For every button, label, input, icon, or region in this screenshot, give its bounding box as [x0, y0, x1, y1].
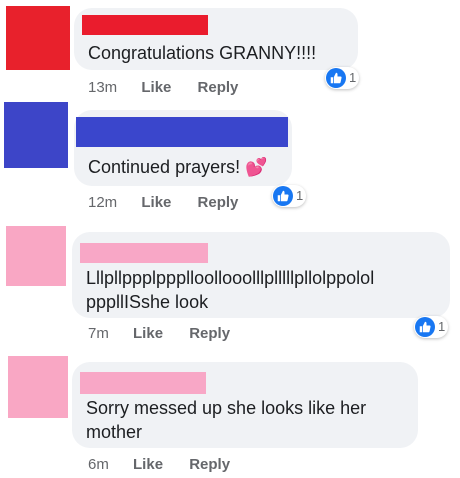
comment-bubble: Congratulations GRANNY!!!! [74, 8, 358, 70]
reaction-count: 1 [296, 188, 304, 203]
like-button[interactable]: Like [141, 79, 171, 96]
comment-text: Lllpllppplppplloollooolllplllllpllolppol… [86, 268, 375, 288]
comment-thread: Congratulations GRANNY!!!! 13m Like Repl… [0, 0, 460, 478]
comment-text-line-2: mother [86, 422, 143, 442]
reply-button[interactable]: Reply [189, 456, 230, 473]
thumbs-up-icon [326, 68, 346, 88]
comment-actions: 7m Like Reply [88, 325, 230, 343]
reply-button[interactable]: Reply [198, 79, 239, 96]
redacted-author-name[interactable] [80, 243, 208, 263]
comment-text: Congratulations GRANNY!!!! [88, 43, 317, 63]
comment-actions: 6m Like Reply [88, 456, 230, 474]
avatar[interactable] [6, 226, 66, 286]
comment-timestamp[interactable]: 12m [88, 194, 117, 211]
thumbs-up-icon [273, 186, 293, 206]
comment-timestamp[interactable]: 7m [88, 325, 109, 342]
comment-text: Continued prayers! 💕 [88, 157, 268, 177]
redacted-author-name[interactable] [82, 15, 208, 35]
comment-bubble: Lllpllppplppplloollooolllplllllpllolppol… [72, 232, 450, 318]
reaction-badge[interactable]: 1 [325, 67, 360, 89]
like-button[interactable]: Like [133, 456, 163, 473]
like-button[interactable]: Like [133, 325, 163, 342]
comment-text: Sorry messed up she looks like her [86, 398, 367, 418]
comment-timestamp[interactable]: 6m [88, 456, 109, 473]
avatar[interactable] [8, 356, 68, 418]
avatar[interactable] [6, 6, 70, 70]
redacted-author-name[interactable] [76, 117, 288, 147]
reaction-count: 1 [349, 70, 357, 85]
reaction-count: 1 [438, 319, 446, 334]
like-button[interactable]: Like [141, 194, 171, 211]
redacted-author-name[interactable] [80, 372, 206, 394]
comment-bubble: Continued prayers! 💕 [74, 110, 292, 186]
comment-text-line-2: pppllISshe look [86, 292, 209, 312]
reply-button[interactable]: Reply [198, 194, 239, 211]
reaction-badge[interactable]: 1 [414, 316, 449, 338]
reaction-badge[interactable]: 1 [272, 185, 307, 207]
reply-button[interactable]: Reply [189, 325, 230, 342]
comment-bubble: Sorry messed up she looks like her mothe… [72, 362, 418, 448]
comment-actions: 12m Like Reply [88, 194, 238, 212]
thumbs-up-icon [415, 317, 435, 337]
avatar[interactable] [4, 102, 68, 168]
comment-timestamp[interactable]: 13m [88, 79, 117, 96]
comment-actions: 13m Like Reply [88, 79, 238, 97]
